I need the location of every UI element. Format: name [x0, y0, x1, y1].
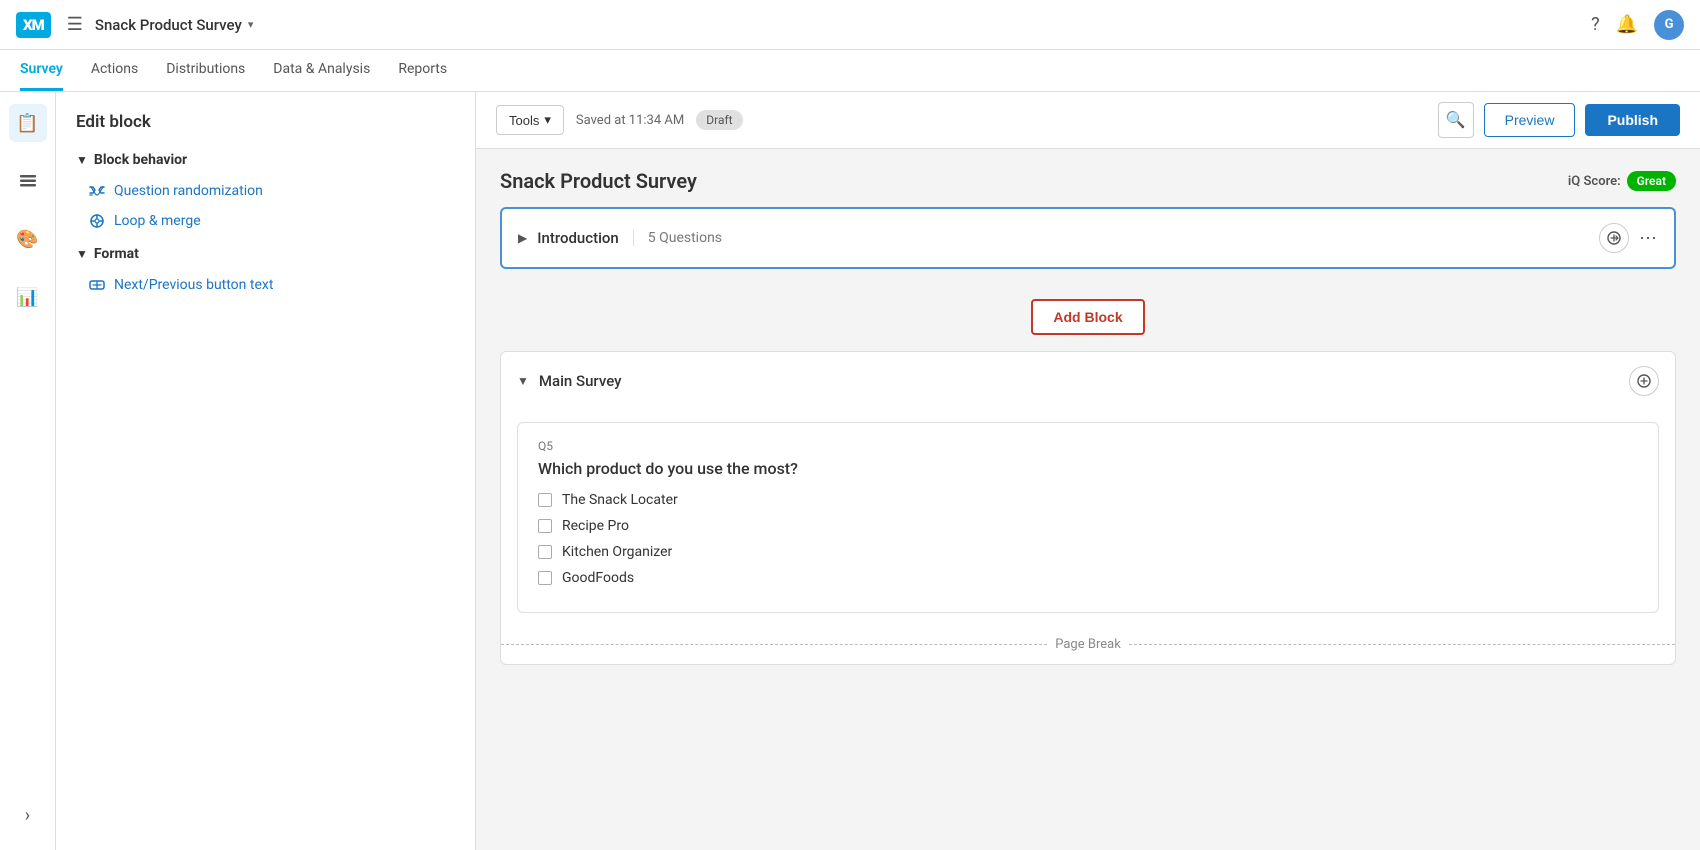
option-label-2: Kitchen Organizer [562, 544, 672, 560]
survey-name-title: Snack Product Survey [500, 169, 697, 193]
hamburger-icon[interactable]: ☰ [67, 14, 83, 35]
main-survey-randomize-btn[interactable] [1629, 366, 1659, 396]
introduction-block: ▶ Introduction 5 Questions ⋯ [500, 207, 1676, 269]
notification-icon[interactable]: 🔔 [1616, 14, 1638, 35]
next-prev-label: Next/Previous button text [114, 277, 273, 293]
sidebar-layout-icon[interactable] [9, 162, 47, 200]
main-survey-block-name: Main Survey [539, 372, 622, 390]
survey-content: Snack Product Survey iQ Score: Great ▶ I… [476, 149, 1700, 699]
question-text: Which product do you use the most? [538, 459, 1638, 478]
iq-score-badge: Great [1627, 171, 1676, 191]
icon-sidebar: 📋 🎨 📊 › [0, 92, 56, 850]
iq-score-label: iQ Score: [1568, 174, 1621, 189]
randomize-icon [88, 182, 106, 200]
format-label: Format [94, 246, 139, 262]
chevron-down-icon[interactable]: ▾ [248, 18, 254, 31]
main-survey-actions [1629, 366, 1659, 396]
question-randomization-item[interactable]: Question randomization [88, 182, 455, 200]
question-id: Q5 [538, 439, 1638, 453]
subnav-survey[interactable]: Survey [20, 50, 63, 91]
loop-merge-label: Loop & merge [114, 213, 201, 229]
sidebar-survey-icon[interactable]: 📋 [9, 104, 47, 142]
subnav-reports[interactable]: Reports [398, 50, 447, 91]
option-kitchen-organizer: Kitchen Organizer [538, 544, 1638, 560]
main-layout: 📋 🎨 📊 › Edit block ▼ Block behavior [0, 92, 1700, 850]
checkbox-goodfoods[interactable] [538, 571, 552, 585]
button-text-icon [88, 276, 106, 294]
main-survey-toggle[interactable]: ▼ [517, 374, 529, 388]
loop-merge-item[interactable]: Loop & merge [88, 212, 455, 230]
introduction-block-header: ▶ Introduction 5 Questions ⋯ [502, 209, 1674, 267]
xm-logo: XM [16, 12, 51, 38]
question-card-q5: Q5 Which product do you use the most? Th… [517, 422, 1659, 613]
main-survey-block: ▼ Main Survey Q5 Which product [500, 351, 1676, 665]
introduction-block-count: 5 Questions [633, 230, 722, 246]
checkbox-recipe-pro[interactable] [538, 519, 552, 533]
sidebar-paint-icon[interactable]: 🎨 [9, 220, 47, 258]
block-behavior-arrow: ▼ [76, 153, 88, 167]
draft-badge: Draft [696, 110, 742, 130]
format-arrow: ▼ [76, 247, 88, 261]
main-survey-block-header: ▼ Main Survey [501, 352, 1675, 410]
introduction-randomize-btn[interactable] [1599, 223, 1629, 253]
tools-label: Tools [509, 113, 539, 128]
checkbox-kitchen-organizer[interactable] [538, 545, 552, 559]
survey-name-header: Snack Product Survey iQ Score: Great [500, 169, 1676, 193]
tools-chevron-icon: ▾ [544, 112, 551, 128]
option-goodfoods: GoodFoods [538, 570, 1638, 586]
top-bar-right: ? 🔔 G [1591, 10, 1684, 40]
page-break: Page Break [501, 625, 1675, 664]
saved-status: Saved at 11:34 AM [576, 113, 684, 128]
option-recipe-pro: Recipe Pro [538, 518, 1638, 534]
option-label-3: GoodFoods [562, 570, 634, 586]
option-snack-locater: The Snack Locater [538, 492, 1638, 508]
block-behavior-header[interactable]: ▼ Block behavior [76, 152, 455, 168]
expand-arrow: › [25, 805, 30, 826]
left-panel-title: Edit block [76, 112, 455, 132]
search-button[interactable]: 🔍 [1438, 102, 1474, 138]
add-block-button[interactable]: Add Block [1031, 299, 1144, 335]
content-area: Tools ▾ Saved at 11:34 AM Draft 🔍 Previe… [476, 92, 1700, 850]
sidebar-expand-icon[interactable]: › [9, 796, 47, 834]
preview-button[interactable]: Preview [1484, 103, 1576, 137]
toolbar: Tools ▾ Saved at 11:34 AM Draft 🔍 Previe… [476, 92, 1700, 149]
checkbox-snack-locater[interactable] [538, 493, 552, 507]
sub-nav: Survey Actions Distributions Data & Anal… [0, 50, 1700, 92]
help-icon[interactable]: ? [1591, 14, 1600, 35]
left-panel: Edit block ▼ Block behavior Question ran… [56, 92, 476, 850]
introduction-block-actions: ⋯ [1599, 223, 1658, 253]
introduction-block-name: Introduction [537, 229, 619, 247]
introduction-more-btn[interactable]: ⋯ [1639, 228, 1658, 249]
next-prev-button-item[interactable]: Next/Previous button text [88, 276, 455, 294]
page-break-label: Page Break [1055, 637, 1121, 652]
user-avatar[interactable]: G [1654, 10, 1684, 40]
option-label-1: Recipe Pro [562, 518, 629, 534]
top-bar: XM ☰ Snack Product Survey ▾ ? 🔔 G [0, 0, 1700, 50]
toolbar-right: 🔍 Preview Publish [1438, 102, 1680, 138]
survey-title: Snack Product Survey [95, 16, 242, 34]
page-break-line-left [501, 644, 1047, 645]
option-label-0: The Snack Locater [562, 492, 678, 508]
introduction-toggle[interactable]: ▶ [518, 231, 527, 245]
iq-score-container: iQ Score: Great [1568, 171, 1676, 191]
subnav-actions[interactable]: Actions [91, 50, 138, 91]
survey-title-bar: Snack Product Survey ▾ [95, 16, 253, 34]
format-header[interactable]: ▼ Format [76, 246, 455, 262]
question-randomization-label: Question randomization [114, 183, 263, 199]
add-block-container: Add Block [500, 283, 1676, 351]
block-behavior-label: Block behavior [94, 152, 187, 168]
subnav-distributions[interactable]: Distributions [166, 50, 245, 91]
page-break-line-right [1129, 644, 1675, 645]
tools-button[interactable]: Tools ▾ [496, 105, 564, 135]
loop-merge-icon [88, 212, 106, 230]
subnav-data-analysis[interactable]: Data & Analysis [273, 50, 370, 91]
sidebar-chart-icon[interactable]: 📊 [9, 278, 47, 316]
publish-button[interactable]: Publish [1585, 104, 1680, 136]
